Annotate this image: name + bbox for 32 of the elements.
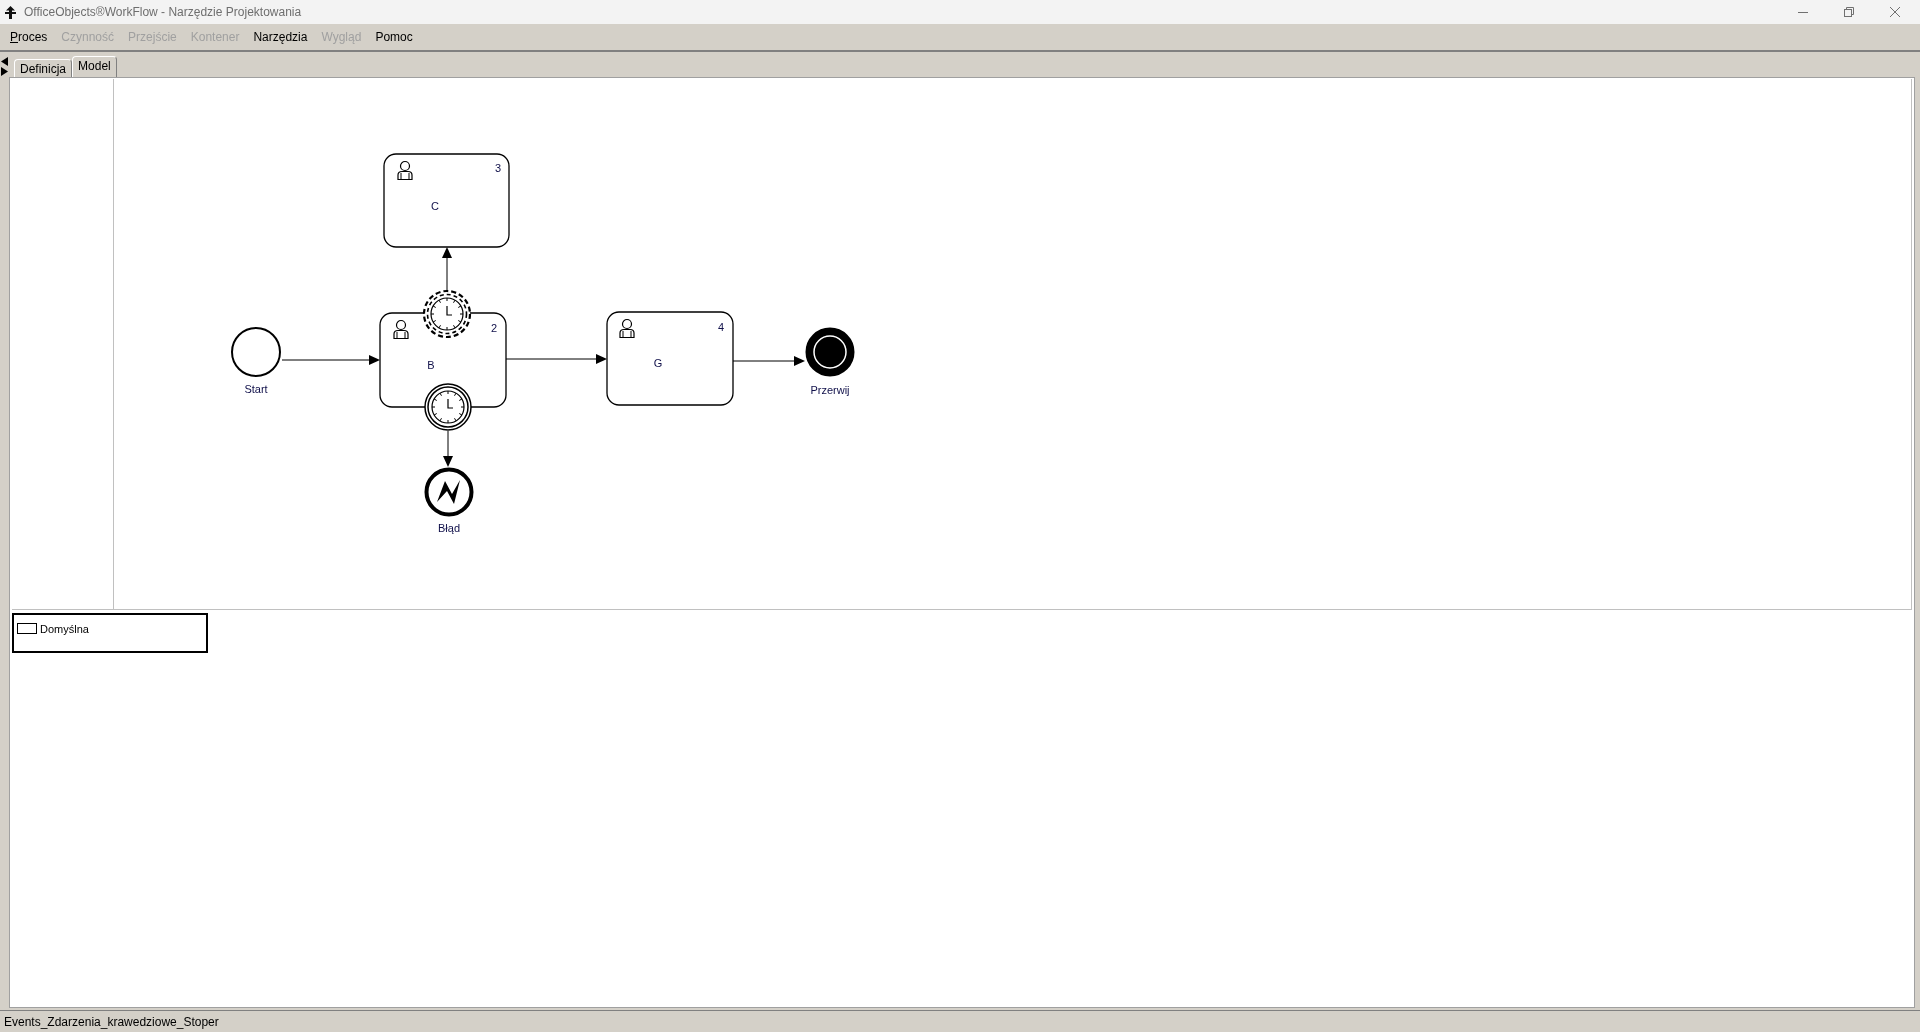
event-label: Start	[244, 383, 268, 395]
person-icon	[397, 160, 413, 181]
caret-left-icon[interactable]	[1, 57, 8, 66]
app-icon	[5, 5, 16, 19]
rectangle-icon	[17, 623, 37, 634]
tab[interactable]: Definicja	[14, 59, 73, 77]
window-title: OfficeObjects®WorkFlow - Narzędzie Projektowania	[24, 4, 302, 21]
tab[interactable]: Model	[72, 56, 117, 77]
status-text: Events_Zdarzenia_krawedziowe_Stoper	[4, 1013, 219, 1031]
person-icon	[393, 319, 409, 340]
task-number: 4	[717, 321, 725, 333]
menu-item[interactable]: Pomoc	[368, 26, 420, 48]
lane-label: Domyślna	[40, 622, 89, 637]
task-label: G	[653, 357, 663, 369]
task-label: C	[431, 200, 439, 212]
restore-icon	[1844, 7, 1854, 17]
flow-arrow	[442, 247, 452, 291]
error-end-event	[424, 467, 474, 517]
minimize-icon	[1798, 11, 1808, 13]
caret-right-icon[interactable]	[1, 67, 8, 76]
task-number: 3	[494, 162, 502, 174]
menu-item[interactable]: Proces	[3, 26, 55, 48]
close-icon	[1890, 7, 1900, 17]
task-number: 2	[490, 322, 498, 334]
event-label: Błąd	[438, 522, 460, 534]
person-icon	[619, 318, 635, 339]
start-event	[231, 327, 281, 377]
menu-item[interactable]: Narzędzia	[246, 26, 315, 48]
flow-arrow	[443, 430, 453, 467]
task-label: B	[427, 359, 435, 371]
event-label: Przerwij	[810, 384, 850, 396]
end-event	[805, 327, 855, 377]
